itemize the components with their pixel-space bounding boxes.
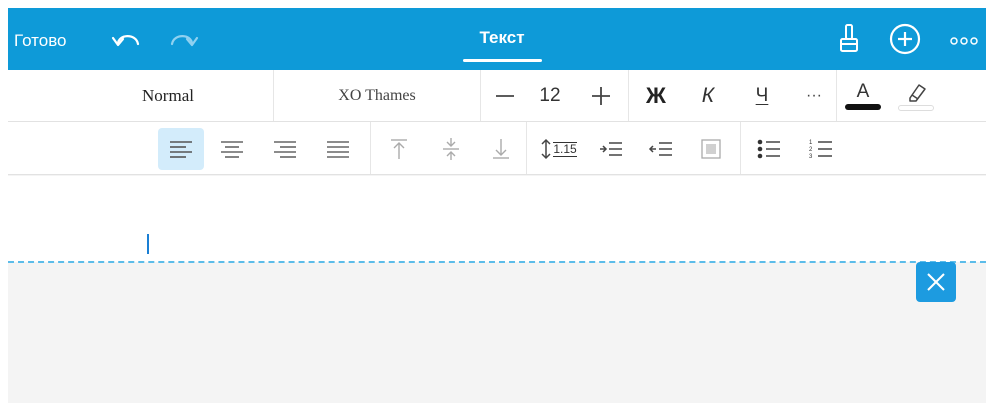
font-size-decrease-button[interactable] xyxy=(482,70,528,121)
indent-increase-icon xyxy=(600,142,622,156)
redo-icon[interactable] xyxy=(166,24,200,54)
svg-text:1: 1 xyxy=(809,140,813,146)
page-boundary-line xyxy=(8,261,986,263)
more-formatting-button[interactable]: ··· xyxy=(796,70,832,121)
minus-icon xyxy=(496,94,514,97)
align-right-button[interactable] xyxy=(262,128,308,170)
svg-text:2: 2 xyxy=(809,147,813,153)
highlighter-icon xyxy=(909,83,926,102)
bullet-list-button[interactable] xyxy=(746,128,792,170)
underline-button[interactable]: Ч xyxy=(742,70,782,121)
valign-middle-button[interactable] xyxy=(428,128,474,170)
highlight-color-button[interactable] xyxy=(892,70,940,121)
italic-button[interactable]: К xyxy=(688,70,728,121)
plus-icon xyxy=(592,86,610,105)
line-spacing-value: 1.15 xyxy=(553,141,577,157)
valign-bottom-icon xyxy=(493,139,509,159)
top-toolbar: Готово Текст xyxy=(8,8,986,70)
align-left-button[interactable] xyxy=(158,128,204,170)
align-justify-icon xyxy=(327,141,349,158)
align-justify-button[interactable] xyxy=(315,128,361,170)
editor-window: Готово Текст Normal XO Thames 12 Ж К Ч ·… xyxy=(8,8,986,403)
indent-increase-button[interactable] xyxy=(588,128,634,170)
divider xyxy=(628,70,629,121)
brush-icon[interactable] xyxy=(832,22,866,52)
valign-middle-icon xyxy=(443,138,459,160)
numbered-list-icon: 123 xyxy=(809,140,832,160)
line-spacing-icon xyxy=(541,138,551,160)
valign-bottom-button[interactable] xyxy=(478,128,524,170)
text-caret xyxy=(147,234,149,254)
divider xyxy=(740,122,741,174)
align-right-icon xyxy=(274,141,296,158)
font-size-increase-button[interactable] xyxy=(578,70,624,121)
document-page[interactable] xyxy=(8,176,986,262)
align-center-button[interactable] xyxy=(209,128,255,170)
bullet-list-icon xyxy=(757,139,780,159)
done-button[interactable]: Готово xyxy=(14,31,67,51)
character-format-bar: Normal XO Thames 12 Ж К Ч ··· A xyxy=(8,70,986,122)
divider xyxy=(836,70,837,121)
valign-top-button[interactable] xyxy=(376,128,422,170)
more-icon[interactable] xyxy=(946,26,982,56)
divider xyxy=(526,122,527,174)
paragraph-style-selector[interactable]: Normal xyxy=(68,70,268,121)
divider xyxy=(370,122,371,174)
active-tab-indicator xyxy=(463,59,542,62)
font-color-button[interactable]: A xyxy=(838,70,888,121)
align-left-icon xyxy=(170,141,192,158)
line-spacing-button[interactable]: 1.15 xyxy=(530,128,586,170)
undo-icon[interactable] xyxy=(110,24,144,54)
text-box-button[interactable] xyxy=(688,128,734,170)
align-center-icon xyxy=(221,141,243,158)
indent-decrease-icon xyxy=(648,142,672,156)
underline-button-label: Ч xyxy=(755,84,769,106)
close-icon xyxy=(927,273,945,291)
valign-top-icon xyxy=(391,139,407,159)
indent-decrease-button[interactable] xyxy=(638,128,684,170)
paragraph-format-bar: 1.15 123 xyxy=(8,122,986,175)
add-icon[interactable] xyxy=(886,20,924,58)
text-box-icon xyxy=(701,139,721,159)
divider xyxy=(480,70,481,121)
close-button[interactable] xyxy=(916,262,956,302)
svg-text:3: 3 xyxy=(809,154,813,160)
numbered-list-button[interactable]: 123 xyxy=(798,128,844,170)
bold-button[interactable]: Ж xyxy=(636,70,676,121)
font-size-value[interactable]: 12 xyxy=(528,70,572,121)
font-selector[interactable]: XO Thames xyxy=(274,70,480,121)
highlight-color-swatch xyxy=(898,104,934,111)
font-color-swatch xyxy=(845,103,881,110)
font-color-label: A xyxy=(856,80,870,102)
tab-text[interactable]: Текст xyxy=(462,28,542,48)
